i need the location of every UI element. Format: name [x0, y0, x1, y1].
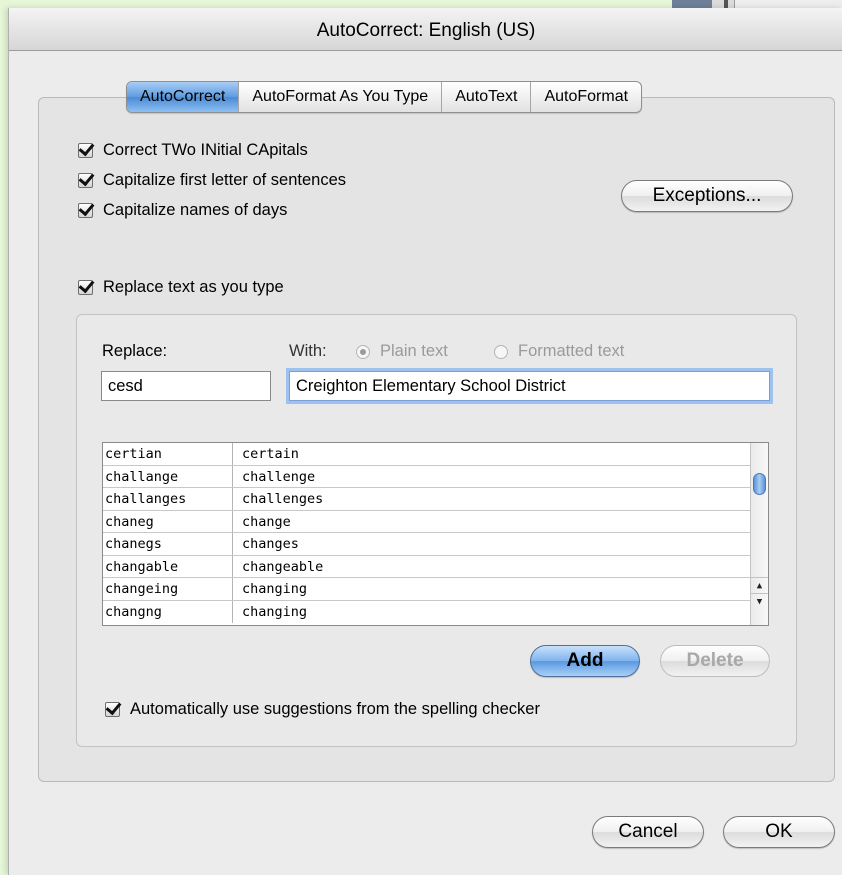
plain-text-radio[interactable]: Plain text — [356, 342, 448, 361]
ok-button[interactable]: OK — [723, 816, 835, 848]
entry-with-cell: changeable — [242, 558, 324, 575]
tab-autoformat-as-you-type[interactable]: AutoFormat As You Type — [239, 82, 443, 112]
formatted-text-label: Formatted text — [518, 342, 625, 360]
entry-replace-cell: challange — [103, 465, 233, 487]
table-row[interactable]: chaneg change — [103, 510, 768, 533]
table-row[interactable]: changeing changing — [103, 578, 768, 601]
with-input[interactable]: Creighton Elementary School District — [289, 371, 770, 401]
dialog-title: AutoCorrect: English (US) — [9, 8, 842, 51]
delete-button[interactable]: Delete — [660, 645, 770, 677]
autocorrect-entries-list[interactable]: certian certain challange challenge chal… — [102, 442, 769, 626]
spelling-suggestions-checkbox[interactable] — [105, 702, 120, 717]
autocorrect-dialog: AutoCorrect: English (US) AutoCorrect Au… — [8, 8, 842, 875]
list-scrollbar[interactable]: ▲ ▼ — [750, 443, 768, 625]
entry-replace-cell: challanges — [103, 488, 233, 510]
table-row[interactable]: chanegs changes — [103, 533, 768, 556]
plain-text-label: Plain text — [380, 342, 448, 360]
scroll-down-arrow-icon[interactable]: ▼ — [751, 593, 768, 610]
entry-with-cell: challenges — [242, 491, 324, 507]
add-button[interactable]: Add — [530, 645, 640, 677]
tab-autoformat[interactable]: AutoFormat — [531, 82, 641, 112]
table-row[interactable]: changable changeable — [103, 555, 768, 578]
capitalize-first-letter-option[interactable]: Capitalize first letter of sentences — [78, 171, 346, 190]
entry-replace-cell: changng — [103, 600, 233, 623]
spelling-suggestions-label: Automatically use suggestions from the s… — [130, 700, 540, 718]
correct-two-initial-capitals-label: Correct TWo INitial CApitals — [103, 141, 308, 159]
entry-with-cell: change — [242, 513, 291, 530]
with-label: With: — [289, 342, 327, 360]
replace-input[interactable]: cesd — [101, 371, 271, 401]
correct-two-initial-capitals-option[interactable]: Correct TWo INitial CApitals — [78, 141, 308, 160]
capitalize-days-checkbox[interactable] — [78, 203, 93, 218]
capitalize-first-letter-label: Capitalize first letter of sentences — [103, 171, 347, 189]
capitalize-first-letter-checkbox[interactable] — [78, 173, 93, 188]
capitalize-days-option[interactable]: Capitalize names of days — [78, 201, 287, 220]
replace-text-as-you-type-checkbox[interactable] — [78, 280, 93, 295]
entry-with-cell: challenge — [242, 468, 316, 485]
entry-replace-cell: chanegs — [103, 533, 233, 555]
replace-text-as-you-type-option[interactable]: Replace text as you type — [78, 278, 284, 297]
entry-with-cell: changing — [242, 581, 308, 597]
entry-replace-cell: changeing — [103, 578, 233, 600]
replace-text-as-you-type-label: Replace text as you type — [103, 278, 284, 296]
entry-with-cell: changes — [242, 536, 299, 552]
cancel-button[interactable]: Cancel — [592, 816, 704, 848]
entry-replace-cell: certian — [103, 443, 233, 465]
correct-two-initial-capitals-checkbox[interactable] — [78, 143, 93, 158]
scroll-up-arrow-icon[interactable]: ▲ — [751, 577, 768, 594]
plain-text-radio-dot[interactable] — [356, 344, 370, 359]
exceptions-button[interactable]: Exceptions... — [621, 180, 793, 212]
entry-with-cell: changing — [242, 603, 308, 620]
replace-label: Replace: — [102, 342, 168, 360]
formatted-text-radio-dot[interactable] — [494, 344, 508, 359]
table-row[interactable]: certian certain — [103, 443, 768, 466]
capitalize-days-label: Capitalize names of days — [103, 201, 288, 219]
entry-replace-cell: chaneg — [103, 510, 233, 532]
tab-autocorrect[interactable]: AutoCorrect — [127, 82, 240, 112]
scrollbar-thumb[interactable] — [753, 473, 766, 495]
table-row[interactable]: changng changing — [103, 600, 768, 623]
tab-autotext[interactable]: AutoText — [442, 82, 532, 112]
tab-bar: AutoCorrect AutoFormat As You Type AutoT… — [126, 81, 643, 113]
table-row[interactable]: challange challenge — [103, 465, 768, 488]
table-row[interactable]: challanges challenges — [103, 488, 768, 511]
entry-with-cell: certain — [242, 446, 299, 462]
entry-replace-cell: changable — [103, 555, 233, 577]
spelling-suggestions-option[interactable]: Automatically use suggestions from the s… — [105, 700, 540, 719]
formatted-text-radio[interactable]: Formatted text — [494, 342, 624, 361]
